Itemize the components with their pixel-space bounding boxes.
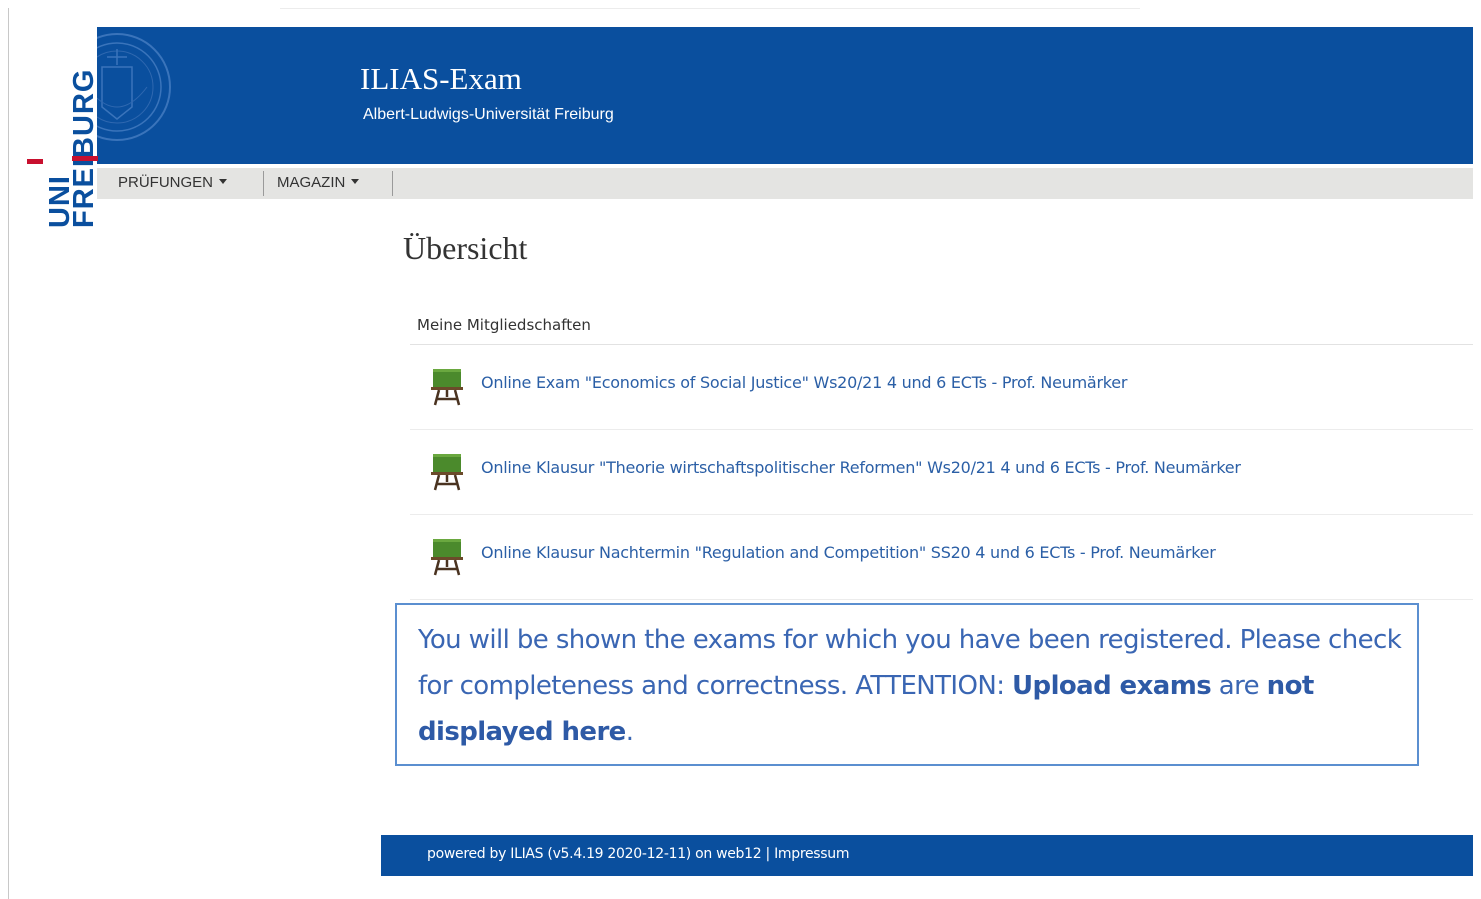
footer-text: powered by ILIAS (v5.4.19 2020-12-11) on… [427, 846, 850, 862]
notice-box: You will be shown the exams for which yo… [395, 603, 1419, 766]
notice-emphasis: Upload exams [1012, 671, 1212, 701]
membership-link[interactable]: Online Klausur "Theorie wirtschaftspolit… [481, 458, 1241, 477]
caret-down-icon [219, 179, 228, 184]
uni-freiburg-logo[interactable]: UNI FREIBURG [22, 58, 100, 234]
nav-pruefungen-label: PRÜFUNGEN [118, 174, 214, 191]
page-title: Übersicht [403, 230, 528, 266]
classroom-board-icon [431, 367, 465, 407]
impressum-link[interactable]: Impressum [774, 846, 849, 862]
list-item: Online Klausur Nachtermin "Regulation an… [410, 515, 1473, 600]
notice-text: You will be shown the exams for which yo… [418, 617, 1408, 755]
nav-divider [263, 171, 264, 196]
top-divider [280, 8, 1140, 9]
svg-text:FREIBURG: FREIBURG [68, 69, 98, 228]
app-title: ILIAS-Exam [360, 61, 522, 96]
university-name: Albert-Ludwigs-Universität Freiburg [363, 106, 614, 123]
powered-by-text: powered by ILIAS (v5.4.19 2020-12-11) on… [427, 846, 762, 862]
university-seal-icon [97, 27, 173, 164]
list-item: Online Exam "Economics of Social Justice… [410, 345, 1473, 430]
window-left-border [8, 8, 9, 899]
notice-text-part: . [625, 717, 634, 747]
membership-link[interactable]: Online Exam "Economics of Social Justice… [481, 373, 1127, 392]
caret-down-icon [351, 179, 360, 184]
nav-magazin-label: MAGAZIN [277, 174, 346, 191]
footer-separator: | [761, 846, 775, 862]
notice-text-part: are [1211, 671, 1267, 701]
list-item: Online Klausur "Theorie wirtschaftspolit… [410, 430, 1473, 515]
section-title: Meine Mitgliedschaften [417, 316, 591, 334]
footer-bar: powered by ILIAS (v5.4.19 2020-12-11) on… [381, 835, 1473, 876]
nav-pruefungen-menu[interactable]: PRÜFUNGEN [118, 174, 228, 191]
nav-divider [392, 171, 393, 196]
main-navbar: PRÜFUNGEN MAGAZIN [97, 168, 1473, 199]
classroom-board-icon [431, 537, 465, 577]
row-divider [410, 599, 1473, 600]
nav-magazin-menu[interactable]: MAGAZIN [277, 174, 360, 191]
header-banner: ILIAS-Exam Albert-Ludwigs-Universität Fr… [97, 27, 1473, 164]
classroom-board-icon [431, 452, 465, 492]
membership-link[interactable]: Online Klausur Nachtermin "Regulation an… [481, 543, 1216, 562]
